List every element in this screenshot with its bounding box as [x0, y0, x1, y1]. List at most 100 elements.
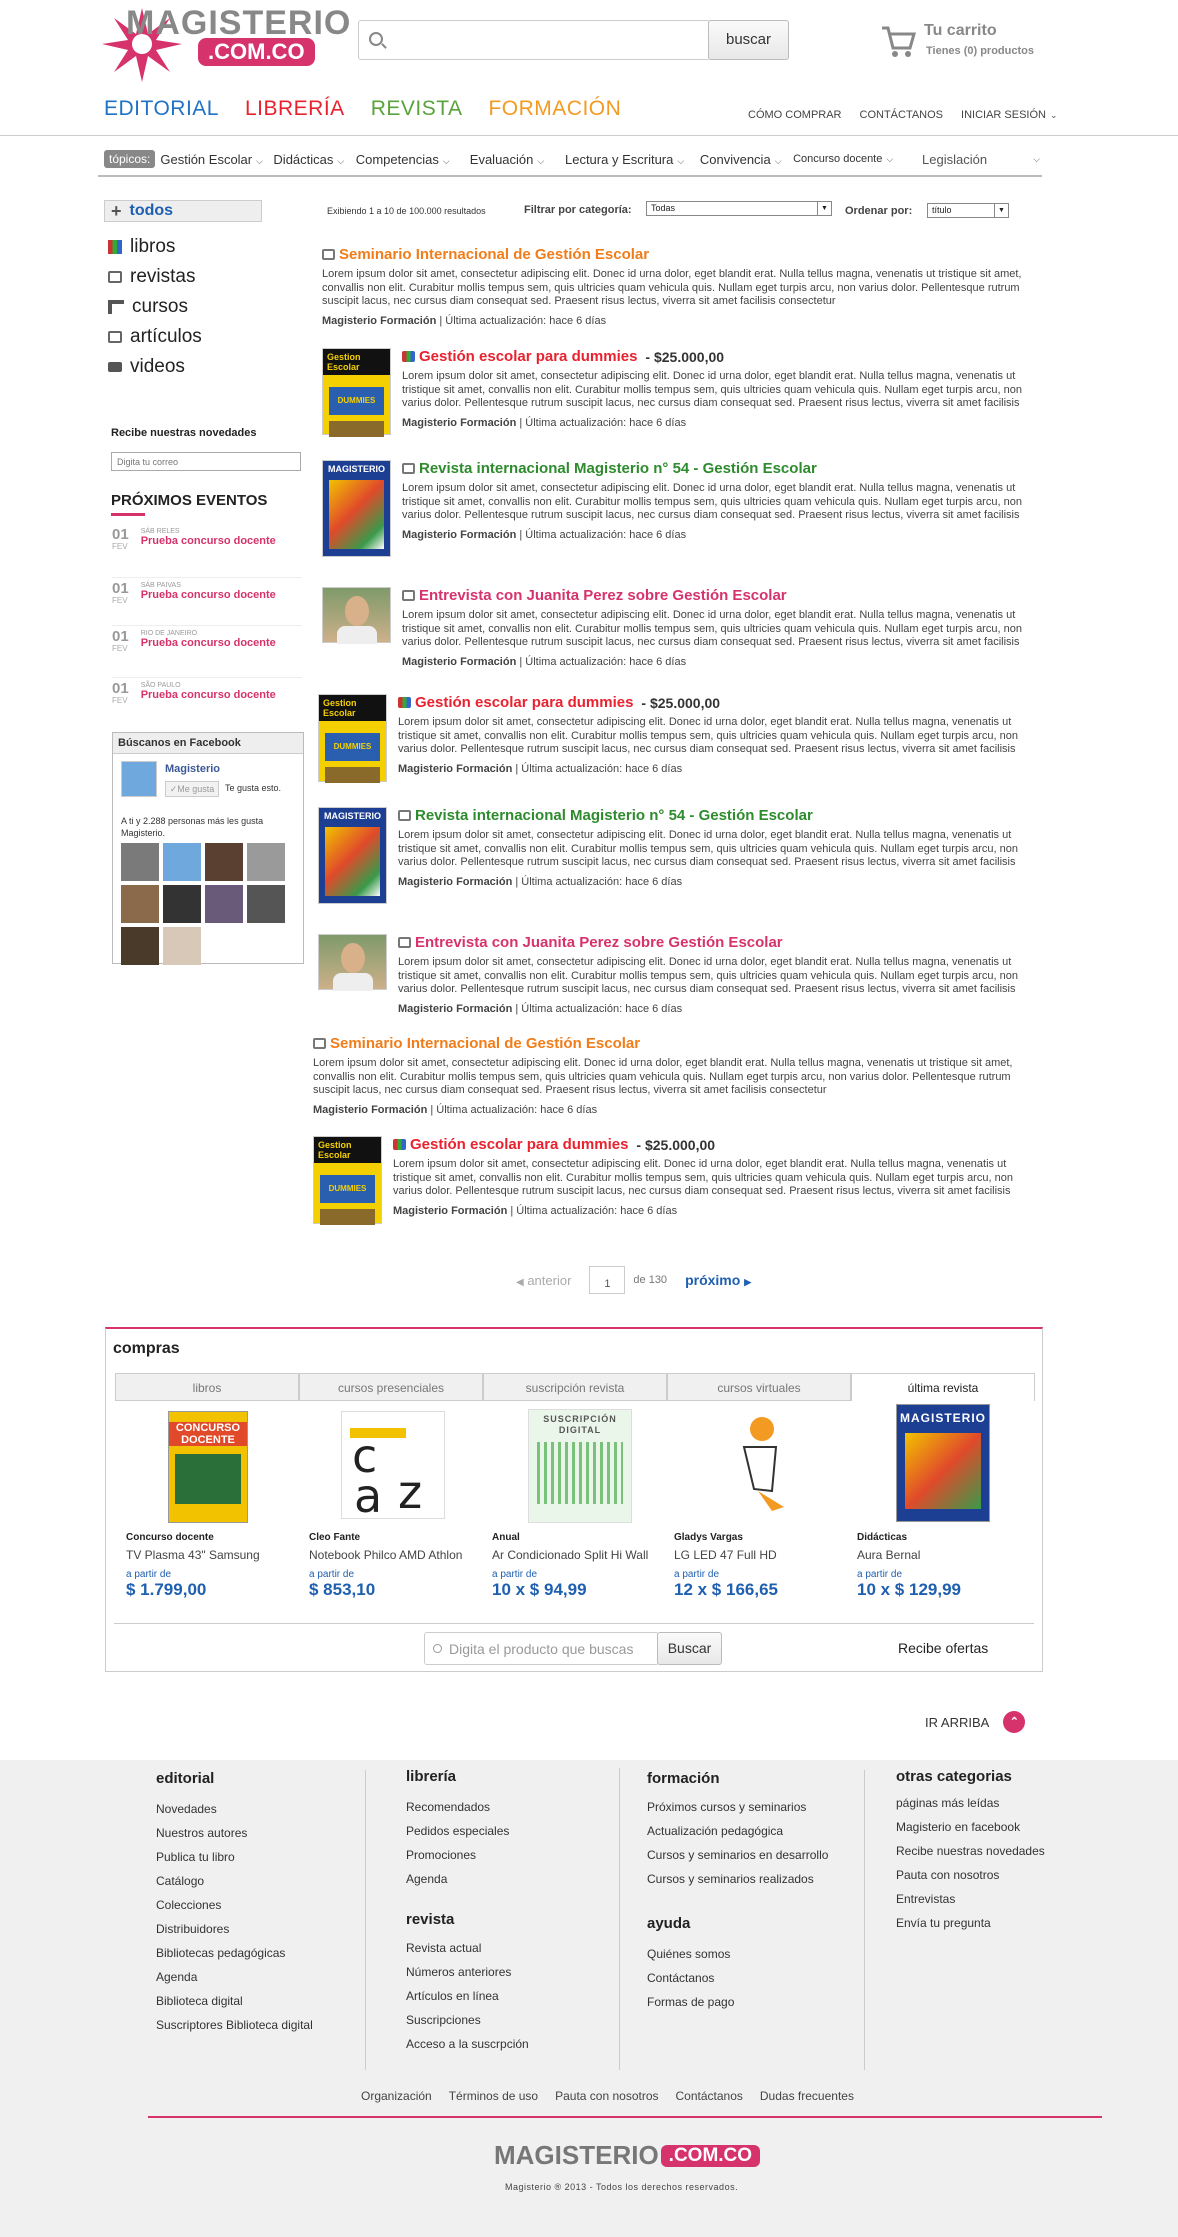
footer-link[interactable]: Contáctanos: [647, 1966, 864, 1990]
result-updated: | Última actualización: hace 6 días: [515, 763, 683, 775]
footer-link[interactable]: Catálogo: [156, 1869, 365, 1893]
result-title-row[interactable]: Revista internacional Magisterio n° 54 -…: [402, 460, 817, 477]
footer-link[interactable]: Distribuidores: [156, 1917, 365, 1941]
result-thumbnail[interactable]: MAGISTERIO: [318, 807, 387, 904]
product-search-input[interactable]: Digita el producto que buscas: [424, 1632, 659, 1665]
tab-libros[interactable]: libros: [115, 1373, 299, 1401]
footer-link[interactable]: Acceso a la suscrpción: [406, 2032, 619, 2056]
footer-bottom-link[interactable]: Contáctanos: [676, 2089, 743, 2103]
footer-bottom-link[interactable]: Dudas frecuentes: [760, 2089, 854, 2103]
result-description: Lorem ipsum dolor sit amet, consectetur …: [398, 956, 1018, 997]
pagination-prev[interactable]: ◀ anterior: [516, 1273, 571, 1288]
product-card[interactable]: Gladys Vargas LG LED 47 Full HD a partir d…: [674, 1532, 849, 1600]
footer-links: Revista actual Números anteriores Artícu…: [406, 1936, 619, 2056]
footer-link[interactable]: Revista actual: [406, 1936, 619, 1960]
product-card[interactable]: Concurso docente TV Plasma 43" Samsung a p…: [126, 1532, 301, 1600]
receive-offers-link[interactable]: Recibe ofertas: [898, 1640, 988, 1656]
footer-link[interactable]: Pedidos especiales: [406, 1819, 619, 1843]
result-title-row[interactable]: Gestión escolar para dummies - $25.000,00: [398, 694, 720, 711]
result-updated: | Última actualización: hace 6 días: [510, 1205, 678, 1217]
footer-heading-editorial: editorial: [156, 1770, 215, 1787]
result-author[interactable]: Magisterio Formación: [402, 656, 516, 668]
footer-link[interactable]: Formas de pago: [647, 1990, 864, 2014]
result-title-row[interactable]: Revista internacional Magisterio n° 54 -…: [398, 807, 813, 824]
footer-link[interactable]: Suscriptores Biblioteca digital: [156, 2013, 365, 2037]
product-card[interactable]: Cleo Fante Notebook Philco AMD Athlon a pa…: [309, 1532, 484, 1600]
pagination-next[interactable]: próximo ▶: [685, 1272, 751, 1288]
tab-suscripcion-revista[interactable]: suscripción revista: [483, 1373, 667, 1401]
page-total: de 130: [633, 1274, 668, 1286]
footer-heading-formacion: formación: [647, 1770, 720, 1787]
footer-link[interactable]: Envía tu pregunta: [896, 1911, 1096, 1935]
result-author[interactable]: Magisterio Formación: [402, 529, 516, 541]
footer-link[interactable]: Entrevistas: [896, 1887, 1096, 1911]
footer-link[interactable]: Agenda: [156, 1965, 365, 1989]
footer-bottom-link[interactable]: Términos de uso: [449, 2089, 538, 2103]
footer-link[interactable]: Publica tu libro: [156, 1845, 365, 1869]
footer-link[interactable]: Magisterio en facebook: [896, 1815, 1096, 1839]
product-category: Didácticas: [857, 1532, 908, 1543]
footer-link[interactable]: Cursos y seminarios realizados: [647, 1867, 864, 1891]
footer-link[interactable]: Quiénes somos: [647, 1942, 864, 1966]
footer-link[interactable]: Próximos cursos y seminarios: [647, 1795, 864, 1819]
result-thumbnail[interactable]: MAGISTERIO: [322, 460, 391, 557]
product-image[interactable]: c z a: [341, 1411, 445, 1519]
product-image[interactable]: CONCURSO DOCENTE: [168, 1411, 248, 1523]
product-card[interactable]: Didácticas Aura Bernal a partir de 10 x $ 1…: [857, 1532, 1032, 1600]
footer-link[interactable]: Recomendados: [406, 1795, 619, 1819]
result-description: Lorem ipsum dolor sit amet, consectetur …: [398, 829, 1018, 870]
product-search-button[interactable]: Buscar: [657, 1632, 722, 1665]
result-title: Revista internacional Magisterio n° 54 -…: [415, 807, 813, 824]
footer-link[interactable]: Actualización pedagógica: [647, 1819, 864, 1843]
result-author[interactable]: Magisterio Formación: [398, 763, 512, 775]
footer-link[interactable]: Bibliotecas pedagógicas: [156, 1941, 365, 1965]
product-image[interactable]: [714, 1411, 802, 1515]
result-author[interactable]: Magisterio Formación: [322, 315, 436, 327]
page-input[interactable]: 1: [589, 1266, 626, 1294]
footer-link[interactable]: Agenda: [406, 1867, 619, 1891]
result-author[interactable]: Magisterio Formación: [398, 1003, 512, 1015]
tab-cursos-presenciales[interactable]: cursos presenciales: [299, 1373, 483, 1401]
footer-link[interactable]: Pauta con nosotros: [896, 1863, 1096, 1887]
result-author[interactable]: Magisterio Formación: [402, 417, 516, 429]
footer-link[interactable]: Suscripciones: [406, 2008, 619, 2032]
footer-link[interactable]: Biblioteca digital: [156, 1989, 365, 2013]
footer-link[interactable]: Colecciones: [156, 1893, 365, 1917]
footer-link[interactable]: Artículos en línea: [406, 1984, 619, 2008]
result-author[interactable]: Magisterio Formación: [313, 1104, 427, 1116]
product-card[interactable]: Anual Ar Condicionado Split Hi Wall a part…: [492, 1532, 667, 1600]
back-to-top[interactable]: IR ARRIBA ⌃: [925, 1711, 1026, 1733]
result-thumbnail[interactable]: [318, 934, 387, 991]
result-title-row[interactable]: Entrevista con Juanita Perez sobre Gesti…: [402, 587, 787, 604]
result-thumbnail[interactable]: Gestion Escolar DUMMIES: [322, 348, 391, 437]
footer-link[interactable]: Promociones: [406, 1843, 619, 1867]
footer-bottom-link[interactable]: Pauta con nosotros: [555, 2089, 658, 2103]
tab-ultima-revista[interactable]: última revista: [851, 1373, 1035, 1401]
result-title-row[interactable]: Seminario Internacional de Gestión Escol…: [322, 246, 649, 263]
result-thumbnail[interactable]: Gestion Escolar DUMMIES: [318, 694, 387, 783]
product-image[interactable]: SUSCRIPCIÓN DIGITAL: [528, 1409, 632, 1523]
result-thumbnail[interactable]: Gestion Escolar DUMMIES: [313, 1136, 382, 1225]
product-image[interactable]: MAGISTERIO: [896, 1404, 990, 1522]
result-title-row[interactable]: Gestión escolar para dummies - $25.000,00: [402, 348, 724, 365]
result-title-row[interactable]: Gestión escolar para dummies - $25.000,00: [393, 1136, 715, 1153]
result-author[interactable]: Magisterio Formación: [393, 1205, 507, 1217]
tab-cursos-virtuales[interactable]: cursos virtuales: [667, 1373, 851, 1401]
result-price: - $25.000,00: [641, 694, 721, 711]
product-name: LG LED 47 Full HD: [674, 1548, 777, 1562]
product-from-label: a partir de: [857, 1569, 903, 1580]
result-title-row[interactable]: Entrevista con Juanita Perez sobre Gesti…: [398, 934, 783, 951]
classroom-icon: [313, 1038, 326, 1049]
result-meta: Magisterio Formación | Última actualizac…: [402, 417, 686, 429]
result-title-row[interactable]: Seminario Internacional de Gestión Escol…: [313, 1035, 640, 1052]
footer-link[interactable]: Cursos y seminarios en desarrollo: [647, 1843, 864, 1867]
result-thumbnail[interactable]: [322, 587, 391, 644]
footer-link[interactable]: Recibe nuestras novedades: [896, 1839, 1096, 1863]
footer-link[interactable]: páginas más leídas: [896, 1791, 1096, 1815]
footer-link[interactable]: Nuestros autores: [156, 1821, 365, 1845]
footer-link[interactable]: Números anteriores: [406, 1960, 619, 1984]
product-name: Ar Condicionado Split Hi Wall: [492, 1548, 649, 1562]
footer-bottom-link[interactable]: Organización: [361, 2089, 432, 2103]
result-author[interactable]: Magisterio Formación: [398, 876, 512, 888]
footer-link[interactable]: Novedades: [156, 1797, 365, 1821]
